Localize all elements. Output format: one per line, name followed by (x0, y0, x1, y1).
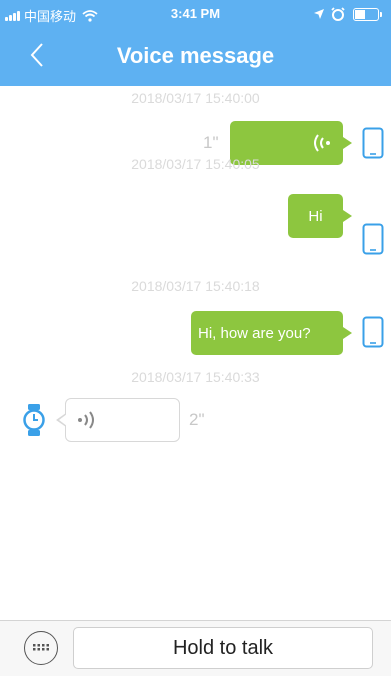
text-message-bubble[interactable]: Hi, how are you? (191, 311, 352, 355)
message-timestamp: 2018/03/17 15:40:00 (131, 90, 260, 106)
page-title: Voice message (116, 43, 275, 68)
message-timestamp: 2018/03/17 15:40:33 (131, 369, 260, 385)
hold-to-talk-button[interactable]: Hold to talk (73, 627, 373, 669)
text-message-bubble[interactable]: Hi (288, 194, 352, 238)
input-bar: Hold to talk (0, 620, 391, 676)
message-text: Hi (308, 207, 323, 225)
phone-device-icon (362, 316, 384, 348)
battery-icon (353, 7, 382, 21)
voice-wave-icon (78, 411, 94, 429)
message-text: Hi, how are you? (198, 324, 311, 342)
status-bar: 中国移动 3:41 PM (0, 0, 391, 30)
voice-duration: 1" (203, 133, 219, 152)
keyboard-toggle-button[interactable] (24, 631, 58, 665)
watch-icon (23, 404, 45, 436)
voice-message-bubble[interactable] (56, 398, 180, 442)
keyboard-icon (33, 644, 49, 651)
voice-wave-icon (314, 134, 330, 152)
location-arrow-icon (314, 9, 324, 19)
voice-duration: 2" (189, 410, 205, 429)
message-timestamp: 2018/03/17 15:40:05 (131, 156, 260, 172)
phone-device-icon (362, 127, 384, 159)
alarm-icon (331, 7, 345, 21)
message-timestamp: 2018/03/17 15:40:18 (131, 278, 260, 294)
phone-device-icon (362, 223, 384, 255)
status-right (313, 7, 382, 21)
header: 中国移动 3:41 PM Voice message (0, 0, 391, 86)
